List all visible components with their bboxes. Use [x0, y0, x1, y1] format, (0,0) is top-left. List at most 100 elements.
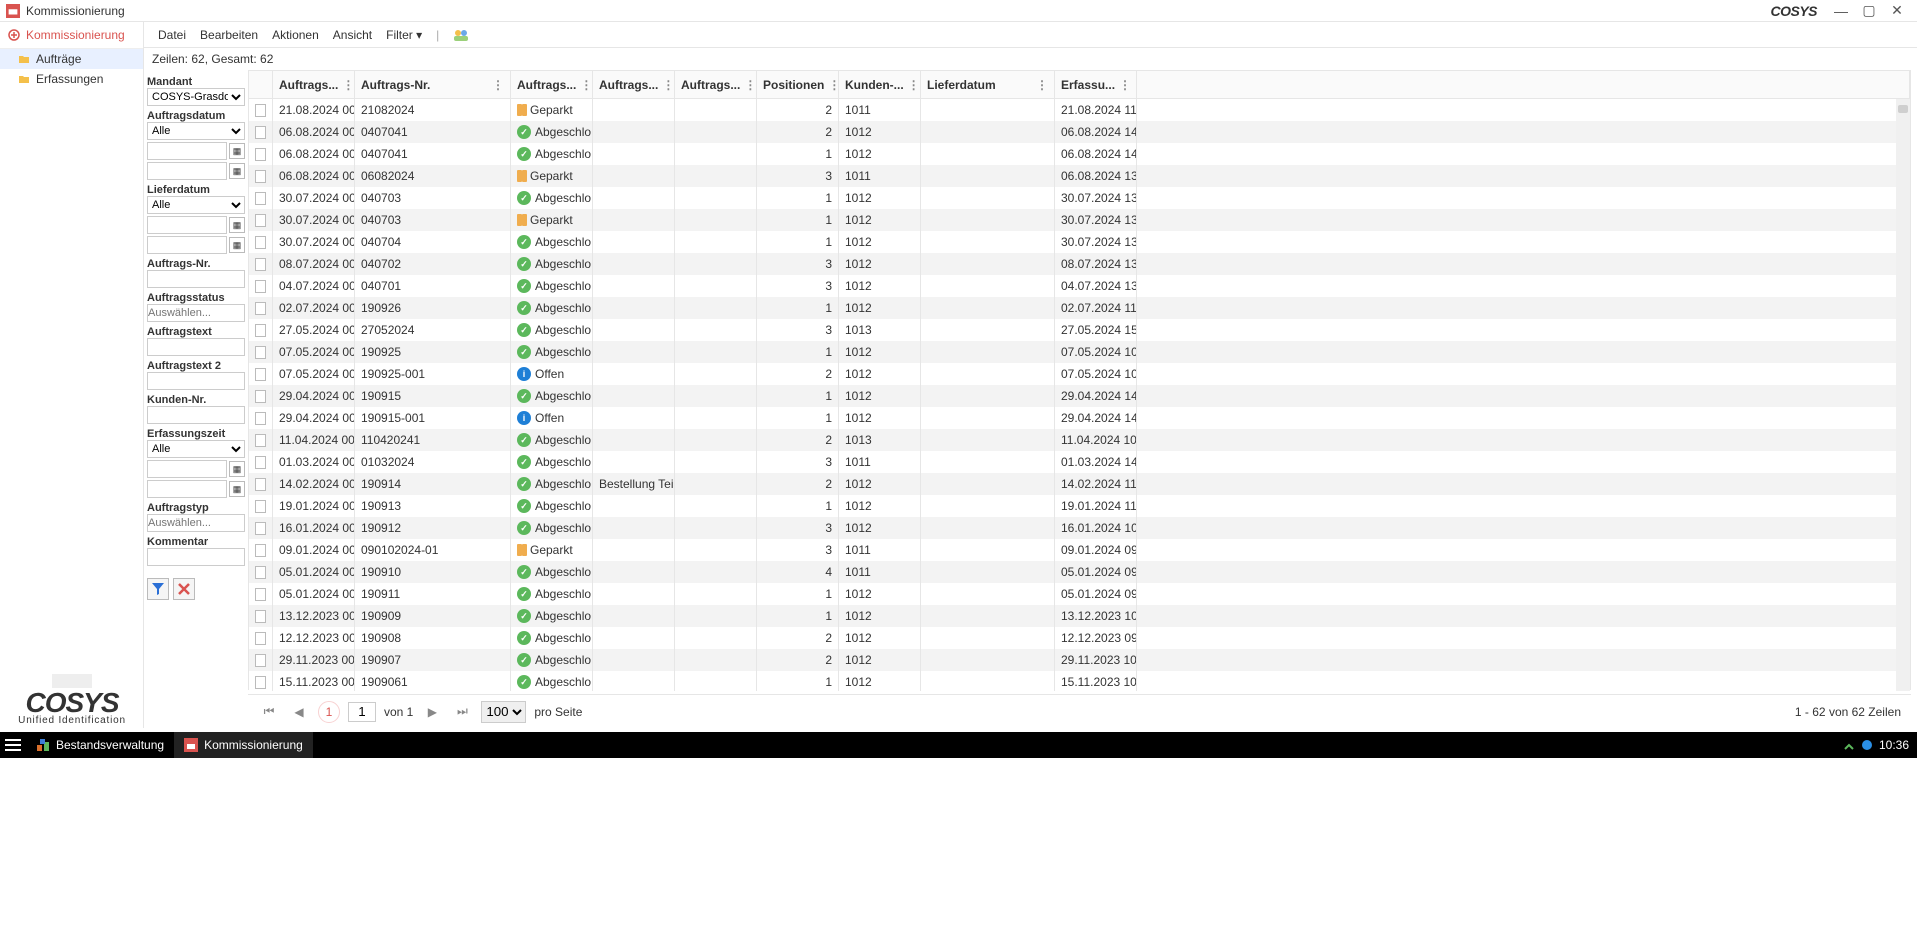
row-checkbox[interactable]: [255, 522, 266, 535]
col-menu-icon[interactable]: ⋮: [824, 78, 839, 92]
table-row[interactable]: 30.07.2024 00:...040703✓Abgeschlo...1101…: [249, 187, 1910, 209]
calendar-icon[interactable]: ▦: [229, 217, 245, 233]
table-row[interactable]: 06.08.2024 00:...0407041✓Abgeschlo...210…: [249, 121, 1910, 143]
col-menu-icon[interactable]: ⋮: [338, 78, 354, 92]
sidebar-item[interactable]: Aufträge: [0, 49, 143, 69]
row-checkbox[interactable]: [255, 632, 266, 645]
row-checkbox[interactable]: [255, 610, 266, 623]
filter-erfassungszeit-from[interactable]: [147, 460, 227, 478]
pager-first-button[interactable]: ⏮: [258, 701, 280, 723]
table-row[interactable]: 07.05.2024 00:...190925-001iOffen2101207…: [249, 363, 1910, 385]
col-menu-icon[interactable]: ⋮: [488, 78, 504, 92]
table-row[interactable]: 05.01.2024 00:...190910✓Abgeschlo...4101…: [249, 561, 1910, 583]
row-checkbox[interactable]: [255, 192, 266, 205]
row-checkbox[interactable]: [255, 654, 266, 667]
col-status[interactable]: Auftrags...⋮: [511, 71, 593, 98]
col-checkbox[interactable]: [249, 71, 273, 98]
table-row[interactable]: 14.02.2024 00:...190914✓Abgeschlo...Best…: [249, 473, 1910, 495]
table-row[interactable]: 04.07.2024 00:...040701✓Abgeschlo...3101…: [249, 275, 1910, 297]
col-menu-icon[interactable]: ⋮: [740, 78, 756, 92]
table-row[interactable]: 27.05.2024 00:...27052024✓Abgeschlo...31…: [249, 319, 1910, 341]
pager-page-input[interactable]: [348, 702, 376, 722]
calendar-icon[interactable]: ▦: [229, 237, 245, 253]
row-checkbox[interactable]: [255, 544, 266, 557]
calendar-icon[interactable]: ▦: [229, 163, 245, 179]
table-row[interactable]: 19.01.2024 00:...190913✓Abgeschlo...1101…: [249, 495, 1910, 517]
calendar-icon[interactable]: ▦: [229, 481, 245, 497]
row-checkbox[interactable]: [255, 390, 266, 403]
filter-lieferdatum-select[interactable]: Alle: [147, 196, 245, 214]
filter-auftragsdatum-to[interactable]: [147, 162, 227, 180]
filter-lieferdatum-to[interactable]: [147, 236, 227, 254]
row-checkbox[interactable]: [255, 434, 266, 447]
col-auftragsnr[interactable]: Auftrags-Nr.⋮: [355, 71, 511, 98]
row-checkbox[interactable]: [255, 324, 266, 337]
menu-file[interactable]: Datei: [152, 26, 192, 44]
col-menu-icon[interactable]: ⋮: [904, 78, 920, 92]
sidebar-section[interactable]: Kommissionierung: [0, 22, 143, 49]
vertical-scrollbar[interactable]: [1896, 99, 1910, 691]
menu-edit[interactable]: Bearbeiten: [194, 26, 264, 44]
pager-next-button[interactable]: ▶: [421, 701, 443, 723]
filter-auftragsdatum-from[interactable]: [147, 142, 227, 160]
row-checkbox[interactable]: [255, 676, 266, 689]
table-row[interactable]: 29.04.2024 00:...190915✓Abgeschlo...1101…: [249, 385, 1910, 407]
plug-icon[interactable]: [1843, 739, 1855, 751]
filter-auftragsdatum-select[interactable]: Alle: [147, 122, 245, 140]
table-row[interactable]: 30.07.2024 00:...040703Geparkt1101230.07…: [249, 209, 1910, 231]
apply-filter-button[interactable]: [147, 578, 169, 600]
table-row[interactable]: 29.04.2024 00:...190915-001iOffen1101229…: [249, 407, 1910, 429]
pager-prev-button[interactable]: ◀: [288, 701, 310, 723]
row-checkbox[interactable]: [255, 126, 266, 139]
col-positionen[interactable]: Positionen⋮: [757, 71, 839, 98]
row-checkbox[interactable]: [255, 258, 266, 271]
table-row[interactable]: 12.12.2023 00:...190908✓Abgeschlo...2101…: [249, 627, 1910, 649]
col-text1[interactable]: Auftrags...⋮: [593, 71, 675, 98]
menu-filter[interactable]: Filter ▾: [380, 26, 428, 44]
table-row[interactable]: 06.08.2024 00:...06082024Geparkt3101106.…: [249, 165, 1910, 187]
calendar-icon[interactable]: ▦: [229, 143, 245, 159]
col-menu-icon[interactable]: ⋮: [658, 78, 674, 92]
info-tray-icon[interactable]: [1861, 739, 1873, 751]
table-row[interactable]: 13.12.2023 00:...190909✓Abgeschlo...1101…: [249, 605, 1910, 627]
row-checkbox[interactable]: [255, 500, 266, 513]
filter-auftragstext2-input[interactable]: [147, 372, 245, 390]
col-menu-icon[interactable]: ⋮: [1032, 78, 1048, 92]
filter-erfassungszeit-to[interactable]: [147, 480, 227, 498]
col-kundennr[interactable]: Kunden-...⋮: [839, 71, 921, 98]
taskbar-item-bestand[interactable]: Bestandsverwaltung: [26, 732, 174, 758]
table-row[interactable]: 29.11.2023 00:...190907✓Abgeschlo...2101…: [249, 649, 1910, 671]
col-auftragsdatum[interactable]: Auftrags...⋮: [273, 71, 355, 98]
filter-auftragsnr-input[interactable]: [147, 270, 245, 288]
table-row[interactable]: 11.04.2024 00:...110420241✓Abgeschlo...2…: [249, 429, 1910, 451]
row-checkbox[interactable]: [255, 236, 266, 249]
taskbar-menu-button[interactable]: [0, 732, 26, 758]
row-checkbox[interactable]: [255, 148, 266, 161]
row-checkbox[interactable]: [255, 170, 266, 183]
row-checkbox[interactable]: [255, 368, 266, 381]
col-erfassung[interactable]: Erfassu...⋮: [1055, 71, 1137, 98]
table-row[interactable]: 06.08.2024 00:...0407041✓Abgeschlo...110…: [249, 143, 1910, 165]
row-checkbox[interactable]: [255, 566, 266, 579]
filter-mandant-select[interactable]: COSYS-Grasdorf: [147, 88, 245, 106]
clear-filter-button[interactable]: [173, 578, 195, 600]
col-lieferdatum[interactable]: Lieferdatum⋮: [921, 71, 1055, 98]
filter-kundennr-input[interactable]: [147, 406, 245, 424]
table-row[interactable]: 01.03.2024 00:...01032024✓Abgeschlo...31…: [249, 451, 1910, 473]
window-maximize-button[interactable]: ▢: [1855, 2, 1883, 19]
filter-auftragstext-input[interactable]: [147, 338, 245, 356]
window-close-button[interactable]: ✕: [1883, 2, 1911, 19]
row-checkbox[interactable]: [255, 302, 266, 315]
row-checkbox[interactable]: [255, 478, 266, 491]
table-row[interactable]: 30.07.2024 00:...040704✓Abgeschlo...1101…: [249, 231, 1910, 253]
row-checkbox[interactable]: [255, 588, 266, 601]
pager-last-button[interactable]: ⏭: [451, 701, 473, 723]
pager-size-select[interactable]: 100: [481, 701, 526, 723]
table-row[interactable]: 16.01.2024 00:...190912✓Abgeschlo...3101…: [249, 517, 1910, 539]
col-menu-icon[interactable]: ⋮: [576, 78, 592, 92]
table-row[interactable]: 08.07.2024 00:...040702✓Abgeschlo...3101…: [249, 253, 1910, 275]
col-menu-icon[interactable]: ⋮: [1115, 78, 1131, 92]
filter-erfassungszeit-select[interactable]: Alle: [147, 440, 245, 458]
table-row[interactable]: 05.01.2024 00:...190911✓Abgeschlo...1101…: [249, 583, 1910, 605]
sidebar-item[interactable]: Erfassungen: [0, 69, 143, 89]
